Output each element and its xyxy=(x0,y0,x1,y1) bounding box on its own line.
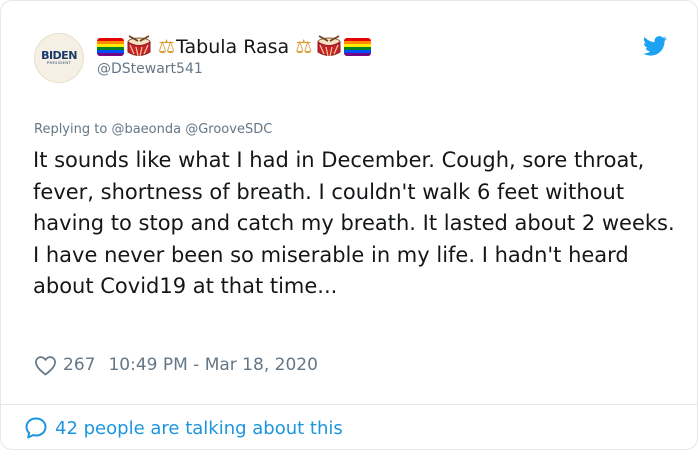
twitter-bird-icon[interactable] xyxy=(643,36,667,56)
like-count[interactable]: 267 xyxy=(63,355,95,375)
avatar[interactable]: BIDEN PRESIDENT xyxy=(34,33,84,83)
conversation-link[interactable]: 42 people are talking about this xyxy=(24,413,343,443)
rainbow-flag-icon xyxy=(97,38,124,56)
speech-bubble-icon xyxy=(25,417,47,439)
tweet-card: BIDEN PRESIDENT ⚖ Tabula Rasa ⚖ @DStewar… xyxy=(0,0,698,450)
drum-icon xyxy=(127,35,151,57)
reply-context: Replying to @baeonda @GrooveSDC xyxy=(34,122,272,137)
avatar-logo-text: BIDEN xyxy=(41,49,77,62)
divider xyxy=(1,404,697,405)
reply-mention-link[interactable]: @baeonda xyxy=(111,122,181,137)
rainbow-flag-icon xyxy=(344,38,372,56)
drum-icon xyxy=(317,35,341,57)
author-handle[interactable]: @DStewart541 xyxy=(97,61,203,77)
tweet-text: It sounds like what I had in December. C… xyxy=(33,148,675,298)
reply-prefix: Replying to xyxy=(34,122,108,137)
display-name: Tabula Rasa xyxy=(176,36,290,58)
tweet-timestamp[interactable]: 10:49 PM - Mar 18, 2020 xyxy=(108,355,317,375)
heart-icon[interactable] xyxy=(34,355,57,376)
scales-icon: ⚖ xyxy=(295,36,313,58)
conversation-text: 42 people are talking about this xyxy=(55,417,343,439)
avatar-sub-text: PRESIDENT xyxy=(46,61,72,65)
tweet-meta: 267 10:49 PM - Mar 18, 2020 xyxy=(34,352,318,378)
scales-icon: ⚖ xyxy=(158,36,176,58)
reply-mention-link[interactable]: @GrooveSDC xyxy=(185,122,272,137)
author-name-row[interactable]: ⚖ Tabula Rasa ⚖ xyxy=(97,34,373,60)
